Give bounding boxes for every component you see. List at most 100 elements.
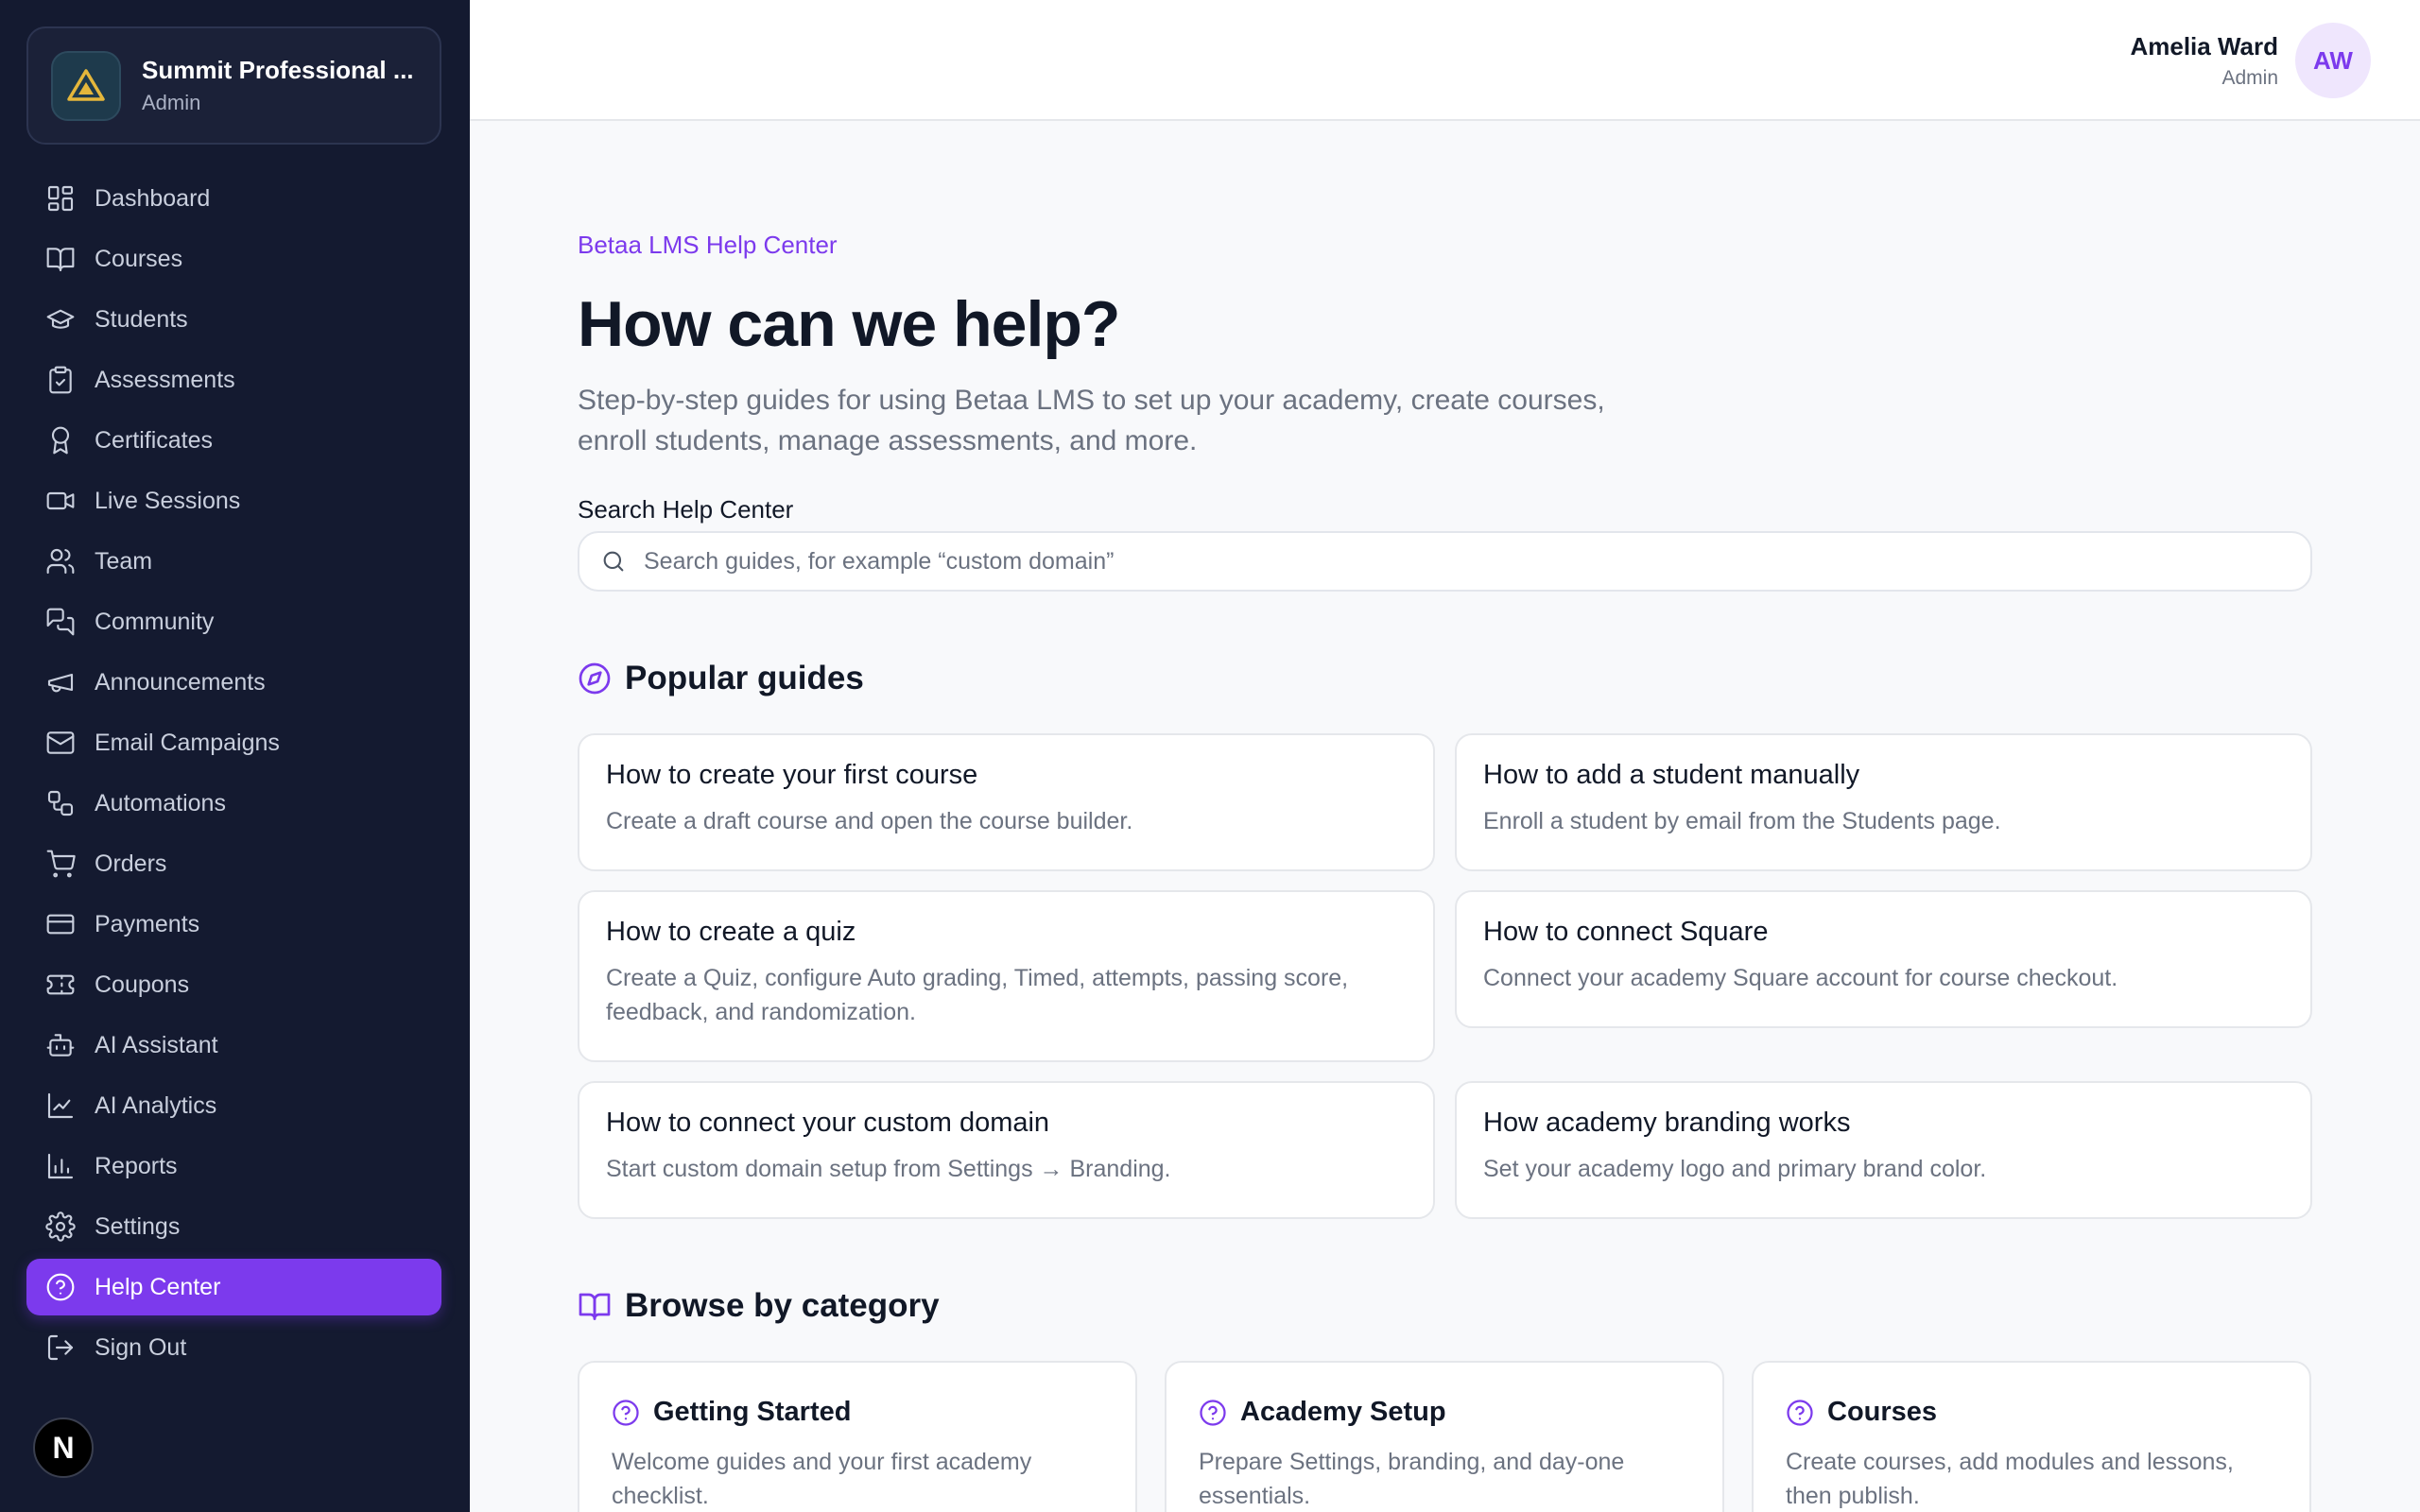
sidebar-item-certificates[interactable]: Certificates bbox=[26, 412, 441, 469]
sidebar-item-automations[interactable]: Automations bbox=[26, 775, 441, 832]
sidebar-item-label: Automations bbox=[95, 789, 226, 816]
sidebar-item-label: Orders bbox=[95, 850, 167, 877]
sidebar-item-orders[interactable]: Orders bbox=[26, 835, 441, 892]
sidebar-item-label: Team bbox=[95, 547, 153, 575]
sidebar-item-courses[interactable]: Courses bbox=[26, 231, 441, 287]
guide-desc: Enroll a student by email from the Stude… bbox=[1483, 808, 2001, 834]
sidebar-item-label: Certificates bbox=[95, 426, 214, 454]
dev-badge[interactable]: N bbox=[33, 1418, 94, 1478]
sidebar-item-label: Sign Out bbox=[95, 1333, 187, 1361]
category-title: Courses bbox=[1827, 1397, 1938, 1427]
category-card[interactable]: Courses Create courses, add modules and … bbox=[1752, 1361, 2311, 1512]
guide-title: How academy branding works bbox=[1483, 1108, 1851, 1138]
sidebar-item-ai-assistant[interactable]: AI Assistant bbox=[26, 1017, 441, 1074]
category-desc: Prepare Settings, branding, and day-one … bbox=[1199, 1449, 1625, 1509]
sidebar-item-dashboard[interactable]: Dashboard bbox=[26, 170, 441, 227]
sidebar-item-label: Email Campaigns bbox=[95, 729, 280, 756]
guide-card[interactable]: How academy branding works Set your acad… bbox=[1455, 1081, 2312, 1219]
guide-title: How to add a student manually bbox=[1483, 760, 1860, 790]
guide-title: How to create your first course bbox=[606, 760, 978, 790]
video-icon bbox=[46, 491, 75, 510]
dashboard-icon bbox=[47, 185, 74, 212]
help-circle-icon bbox=[1787, 1399, 1813, 1426]
sidebar-item-team[interactable]: Team bbox=[26, 533, 441, 590]
sidebar-item-label: Reports bbox=[95, 1152, 178, 1179]
cart-icon bbox=[46, 850, 76, 878]
category-card[interactable]: Getting Started Welcome guides and your … bbox=[578, 1361, 1137, 1512]
sidebar-item-ai-analytics[interactable]: AI Analytics bbox=[26, 1077, 441, 1134]
category-card[interactable]: Academy Setup Prepare Settings, branding… bbox=[1165, 1361, 1724, 1512]
sidebar-item-email-campaigns[interactable]: Email Campaigns bbox=[26, 714, 441, 771]
org-name: Summit Professional ... bbox=[142, 56, 414, 84]
guide-desc: Start custom domain setup from Settings … bbox=[606, 1156, 1171, 1182]
search-input[interactable] bbox=[644, 547, 2251, 576]
book-open-icon bbox=[579, 1293, 611, 1320]
sidebar-item-announcements[interactable]: Announcements bbox=[26, 654, 441, 711]
sidebar-item-label: Settings bbox=[95, 1212, 181, 1240]
section-title-text: Browse by category bbox=[625, 1287, 940, 1324]
user-menu[interactable]: Amelia Ward Admin AW bbox=[2130, 23, 2371, 98]
workflow-icon bbox=[47, 790, 74, 816]
gear-icon bbox=[45, 1211, 76, 1242]
sidebar-item-label: Dashboard bbox=[95, 184, 211, 212]
guide-desc: Connect your academy Square account for … bbox=[1483, 965, 2118, 991]
credit-card-icon bbox=[46, 914, 75, 935]
bar-chart-icon bbox=[47, 1153, 74, 1179]
guide-card[interactable]: How to create a quiz Create a Quiz, conf… bbox=[578, 890, 1435, 1062]
guide-card[interactable]: How to add a student manually Enroll a s… bbox=[1455, 733, 2312, 871]
sidebar-item-sign-out[interactable]: Sign Out bbox=[26, 1319, 441, 1376]
mail-icon bbox=[46, 731, 75, 754]
line-chart-icon bbox=[47, 1092, 74, 1119]
guide-card[interactable]: How to connect Square Connect your acade… bbox=[1455, 890, 2312, 1028]
page-intro: Step-by-step guides for using Betaa LMS … bbox=[578, 385, 1605, 456]
avatar[interactable]: AW bbox=[2295, 23, 2371, 98]
guide-desc: Set your academy logo and primary brand … bbox=[1483, 1156, 1987, 1182]
sidebar-item-students[interactable]: Students bbox=[26, 291, 441, 348]
guide-card[interactable]: How to connect your custom domain Start … bbox=[578, 1081, 1435, 1219]
sidebar-item-label: Assessments bbox=[95, 366, 235, 393]
search-label: Search Help Center bbox=[578, 495, 794, 524]
sidebar-item-label: Courses bbox=[95, 245, 183, 272]
sidebar-item-live-sessions[interactable]: Live Sessions bbox=[26, 472, 441, 529]
popular-guides-heading: Popular guides bbox=[578, 660, 864, 697]
top-header: Amelia Ward Admin AW bbox=[470, 0, 2420, 121]
page-title: How can we help? bbox=[578, 288, 1120, 360]
org-switcher[interactable]: Summit Professional ... Admin bbox=[26, 26, 441, 145]
category-title: Academy Setup bbox=[1240, 1397, 1446, 1427]
sidebar-item-community[interactable]: Community bbox=[26, 593, 441, 650]
guide-card[interactable]: How to create your first course Create a… bbox=[578, 733, 1435, 871]
graduation-cap-icon bbox=[46, 309, 75, 329]
user-role: Admin bbox=[2221, 66, 2278, 89]
users-icon bbox=[46, 548, 75, 575]
category-desc: Create courses, add modules and lessons,… bbox=[1786, 1449, 2234, 1509]
guide-title: How to connect your custom domain bbox=[606, 1108, 1050, 1138]
guide-desc: Create a draft course and open the cours… bbox=[606, 808, 1133, 834]
help-circle-icon bbox=[46, 1273, 75, 1301]
sidebar-item-label: Help Center bbox=[95, 1273, 221, 1300]
sign-out-icon bbox=[47, 1334, 74, 1361]
sidebar-item-settings[interactable]: Settings bbox=[26, 1198, 441, 1255]
sidebar-item-label: AI Analytics bbox=[95, 1091, 217, 1119]
sidebar-item-reports[interactable]: Reports bbox=[26, 1138, 441, 1194]
clipboard-check-icon bbox=[49, 366, 72, 394]
sidebar: Summit Professional ... Admin Dashboard … bbox=[0, 0, 470, 1512]
sidebar-item-label: Live Sessions bbox=[95, 487, 241, 514]
sidebar-item-coupons[interactable]: Coupons bbox=[26, 956, 441, 1013]
help-circle-icon bbox=[613, 1399, 639, 1426]
sidebar-item-label: Announcements bbox=[95, 668, 266, 696]
sidebar-nav: Dashboard Courses Students Assessments C… bbox=[26, 170, 441, 1380]
sidebar-item-label: AI Assistant bbox=[95, 1031, 218, 1058]
sidebar-item-help-center[interactable]: Help Center bbox=[26, 1259, 441, 1315]
sidebar-item-assessments[interactable]: Assessments bbox=[26, 352, 441, 408]
sidebar-item-payments[interactable]: Payments bbox=[26, 896, 441, 953]
megaphone-icon bbox=[47, 673, 74, 693]
guide-title: How to create a quiz bbox=[606, 917, 856, 947]
sidebar-item-label: Payments bbox=[95, 910, 200, 937]
eyebrow: Betaa LMS Help Center bbox=[578, 231, 838, 259]
section-title-text: Popular guides bbox=[625, 660, 864, 696]
compass-icon bbox=[579, 662, 611, 695]
search-icon bbox=[603, 551, 624, 572]
sidebar-item-label: Students bbox=[95, 305, 188, 333]
org-role: Admin bbox=[142, 91, 201, 114]
help-circle-icon bbox=[1200, 1399, 1226, 1426]
